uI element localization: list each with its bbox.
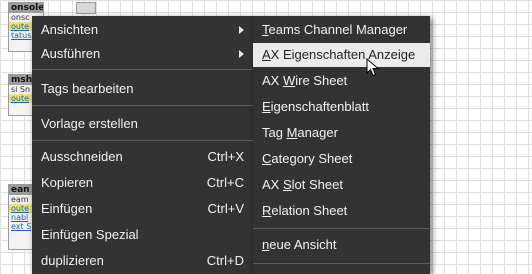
wire-node-header: ean bbox=[9, 185, 33, 195]
submenu-arrow-icon bbox=[239, 50, 244, 58]
submenu-item-ax-wire-sheet[interactable]: AX Wire Sheet bbox=[253, 69, 430, 93]
menu-item-label: Ausführen bbox=[41, 46, 101, 61]
wire-node-header: msh bbox=[9, 75, 33, 85]
resize-handle-icon[interactable] bbox=[76, 2, 96, 14]
submenu-item-eigenschaftenblatt[interactable]: Eigenschaftenblatt bbox=[253, 95, 430, 119]
mnemonic-letter: R bbox=[262, 203, 272, 218]
shortcut-label: Ctrl+X bbox=[207, 149, 244, 164]
context-menu: Ansichten Ausführen Tags bearbeiten Vorl… bbox=[32, 16, 253, 274]
submenu-arrow-icon bbox=[239, 26, 244, 34]
mnemonic-letter: A bbox=[262, 47, 271, 62]
mnemonic-letter: C bbox=[262, 151, 272, 166]
menu-item-label: Ausschneiden bbox=[41, 149, 123, 164]
mnemonic-letter: W bbox=[282, 73, 296, 88]
menu-item-label: Tags bearbeiten bbox=[41, 81, 134, 96]
mnemonic-letter: S bbox=[282, 177, 292, 192]
shortcut-label: Ctrl+D bbox=[206, 253, 244, 268]
menu-separator bbox=[32, 105, 253, 106]
menu-item-label: Einfügen Spezial bbox=[41, 227, 139, 242]
menu-item-einfuegen[interactable]: Einfügen Ctrl+V bbox=[32, 197, 253, 221]
submenu-item-relation-sheet[interactable]: Relation Sheet bbox=[253, 199, 430, 223]
mnemonic-letter: M bbox=[286, 125, 298, 140]
shortcut-label: Ctrl+C bbox=[206, 175, 244, 190]
menu-item-kopieren[interactable]: Kopieren Ctrl+C bbox=[32, 171, 253, 195]
submenu-item-neue-ansicht[interactable]: neue Ansicht bbox=[253, 233, 430, 257]
menu-separator bbox=[32, 140, 253, 141]
wire-node-header: onsoleKecI bbox=[9, 3, 43, 13]
submenu-item-category-sheet[interactable]: Category Sheet bbox=[253, 147, 430, 171]
shortcut-label: Ctrl+V bbox=[207, 201, 244, 216]
wire-node-slot: eam bbox=[11, 195, 29, 204]
menu-item-label: Ansichten bbox=[41, 22, 99, 37]
item-label-rest: ire Sheet bbox=[295, 73, 348, 88]
menu-separator bbox=[32, 69, 253, 70]
item-label-rest: ategory Sheet bbox=[271, 151, 353, 166]
menu-item-tags-bearbeiten[interactable]: Tags bearbeiten bbox=[32, 77, 253, 101]
submenu-item-teams-channel-manager[interactable]: Teams Channel Manager bbox=[253, 18, 430, 42]
submenu-item-ax-slot-sheet[interactable]: AX Slot Sheet bbox=[253, 173, 430, 197]
mouse-pointer-icon bbox=[366, 58, 379, 77]
menu-item-duplizieren[interactable]: duplizieren Ctrl+D bbox=[32, 249, 253, 273]
item-label-prefix: Tag bbox=[262, 125, 287, 140]
menu-item-ausfuehren[interactable]: Ausführen bbox=[32, 42, 253, 66]
item-label-prefix: AX bbox=[262, 73, 283, 88]
item-label-prefix: AX bbox=[262, 177, 283, 192]
item-label-rest: lot Sheet bbox=[291, 177, 343, 192]
wire-node-slot: si Sn bbox=[11, 85, 31, 94]
item-label-rest: X Eigenschaften Anzeige bbox=[270, 47, 416, 62]
menu-item-label: Vorlage erstellen bbox=[41, 116, 138, 131]
menu-separator bbox=[253, 228, 430, 229]
item-label-rest: anager bbox=[297, 125, 338, 140]
mnemonic-letter: E bbox=[262, 99, 271, 114]
menu-item-ansichten[interactable]: Ansichten bbox=[32, 18, 253, 42]
wire-node-3[interactable]: ean eam oute nabl ext S bbox=[8, 184, 34, 250]
menu-item-vorlage-erstellen[interactable]: Vorlage erstellen bbox=[32, 112, 253, 136]
menu-separator bbox=[253, 263, 430, 264]
menu-item-ausschneiden[interactable]: Ausschneiden Ctrl+X bbox=[32, 145, 253, 169]
wire-node-2[interactable]: msh si Sn oute bbox=[8, 74, 34, 116]
menu-item-label: Kopieren bbox=[41, 175, 94, 190]
wire-node-slot: ext S bbox=[11, 222, 32, 231]
item-label-rest: eams Channel Manager bbox=[268, 22, 408, 37]
wire-node-slot: oute bbox=[9, 94, 33, 103]
menu-item-einfuegen-spezial[interactable]: Einfügen Spezial bbox=[32, 223, 253, 247]
submenu-item-ax-eigenschaften-anzeige[interactable]: AX Eigenschaften Anzeige bbox=[253, 43, 430, 67]
item-label-rest: eue Ansicht bbox=[269, 237, 337, 252]
item-label-rest: elation Sheet bbox=[271, 203, 348, 218]
menu-item-label: Einfügen bbox=[41, 201, 93, 216]
submenu-ansichten: Teams Channel Manager AX Eigenschaften A… bbox=[253, 16, 430, 274]
item-label-rest: igenschaftenblatt bbox=[270, 99, 369, 114]
wire-node-slot: nabl bbox=[11, 213, 29, 222]
submenu-item-tag-manager[interactable]: Tag Manager bbox=[253, 121, 430, 145]
wire-node-slot: oute bbox=[9, 204, 33, 213]
menu-item-label: duplizieren bbox=[41, 253, 104, 268]
